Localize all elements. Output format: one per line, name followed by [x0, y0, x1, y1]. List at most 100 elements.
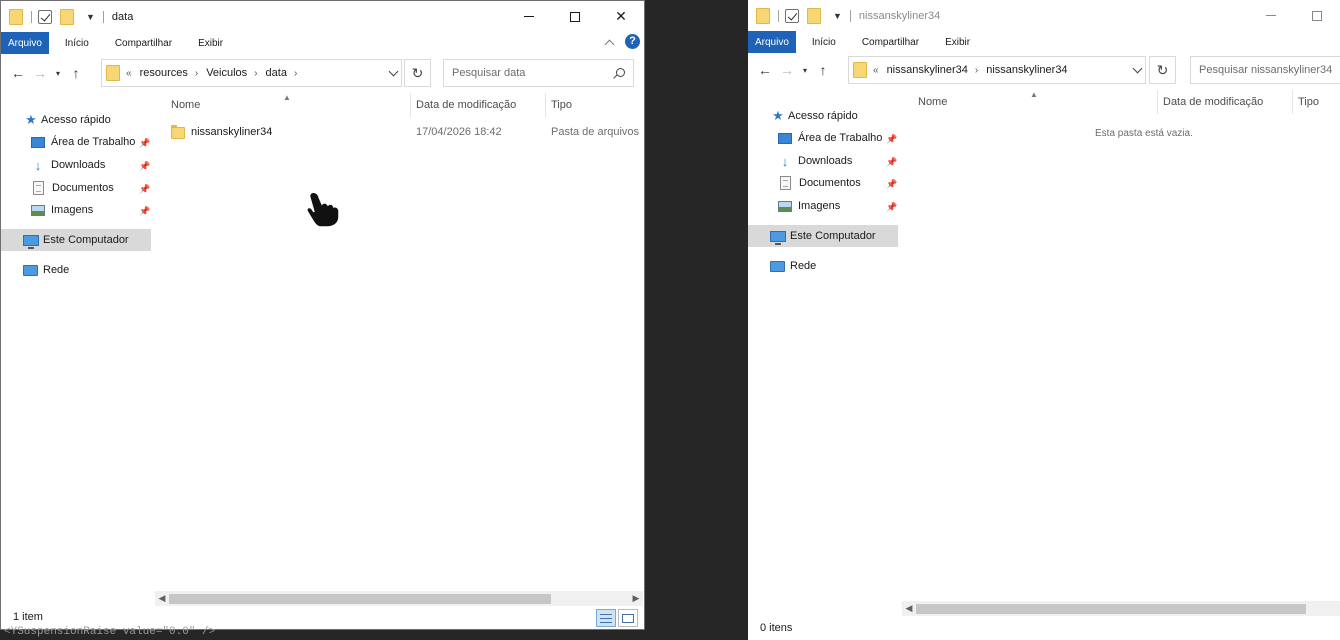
column-name[interactable]: Nome: [912, 90, 1158, 114]
help-icon[interactable]: ?: [625, 34, 640, 49]
hand-cursor-icon: [305, 189, 347, 234]
forward-icon[interactable]: →: [776, 62, 798, 78]
window-title: data: [111, 10, 134, 23]
nav-pictures[interactable]: Imagens: [31, 199, 93, 221]
tab-inicio[interactable]: Início: [802, 31, 846, 53]
tab-arquivo[interactable]: Arquivo: [1, 32, 49, 54]
minimize-button[interactable]: [1248, 0, 1294, 31]
scroll-left-icon[interactable]: ◀: [902, 603, 916, 614]
search-icon[interactable]: [616, 68, 625, 77]
chevron-right-icon[interactable]: ›: [195, 68, 198, 79]
chevron-right-icon[interactable]: ›: [254, 68, 257, 79]
address-bar[interactable]: « resources › Veiculos › data ›: [101, 59, 402, 87]
horizontal-scrollbar[interactable]: ◀ ▶: [155, 591, 643, 606]
up-icon[interactable]: ↑: [65, 65, 87, 81]
scroll-right-icon[interactable]: ▶: [629, 593, 643, 604]
scrollbar-thumb[interactable]: [916, 604, 1306, 614]
properties-icon[interactable]: [38, 9, 52, 24]
column-date-modified[interactable]: Data de modificação: [410, 93, 546, 117]
status-item-count: 1 item: [13, 611, 43, 623]
chevron-right-icon[interactable]: ›: [294, 68, 297, 79]
scroll-left-icon[interactable]: ◀: [155, 593, 169, 604]
pictures-icon: [778, 200, 792, 212]
back-icon[interactable]: ←: [7, 65, 29, 81]
breadcrumb-parent[interactable]: nissanskyliner34: [887, 64, 968, 76]
nav-label: Documentos: [799, 177, 861, 189]
customize-toolbar-icon[interactable]: ▼: [86, 12, 95, 22]
recent-locations-icon[interactable]: ▾: [798, 66, 812, 75]
desktop-icon: [31, 136, 45, 148]
forward-icon[interactable]: →: [29, 65, 51, 81]
column-type[interactable]: Tipo: [1292, 90, 1340, 114]
file-list: ▲ Nome Data de modificação Tipo Esta pas…: [900, 90, 1340, 618]
column-name[interactable]: Nome: [165, 93, 411, 117]
nav-pictures[interactable]: Imagens: [778, 195, 840, 217]
nav-desktop[interactable]: Área de Trabalho: [31, 131, 135, 153]
pin-icon[interactable]: 📌: [139, 206, 150, 217]
minimize-button[interactable]: [506, 1, 552, 32]
item-modified: 17/04/2026 18:42: [416, 126, 502, 138]
pin-icon[interactable]: 📌: [139, 184, 150, 195]
column-type[interactable]: Tipo: [545, 93, 644, 117]
nav-documents[interactable]: Documentos: [31, 177, 114, 199]
search-box[interactable]: [1190, 56, 1340, 84]
pin-icon[interactable]: 📌: [139, 138, 150, 149]
breadcrumb-current[interactable]: nissanskyliner34: [986, 64, 1067, 76]
maximize-button[interactable]: [1294, 0, 1340, 31]
tab-inicio[interactable]: Início: [55, 32, 99, 54]
chevron-right-icon[interactable]: ›: [975, 65, 978, 76]
back-icon[interactable]: ←: [754, 62, 776, 78]
list-item[interactable]: nissanskyliner34 17/04/2026 18:42 Pasta …: [171, 121, 641, 143]
scrollbar-thumb[interactable]: [169, 594, 551, 604]
refresh-button[interactable]: ↻: [1149, 56, 1176, 84]
pin-icon[interactable]: 📌: [886, 179, 897, 190]
pin-icon[interactable]: 📌: [886, 157, 897, 168]
pin-icon[interactable]: 📌: [886, 134, 897, 145]
refresh-button[interactable]: ↻: [404, 59, 431, 87]
breadcrumb-data[interactable]: data: [266, 67, 287, 79]
search-box[interactable]: [443, 59, 634, 87]
nav-quick-access[interactable]: ★ Acesso rápido: [770, 105, 858, 127]
close-button[interactable]: ✕: [598, 1, 644, 32]
breadcrumb-overflow[interactable]: «: [126, 68, 132, 79]
tab-compartilhar[interactable]: Compartilhar: [852, 31, 929, 53]
desktop-icon: [778, 132, 792, 144]
tab-arquivo[interactable]: Arquivo: [748, 31, 796, 53]
tiles-view-icon: [622, 613, 634, 623]
search-input[interactable]: [452, 67, 602, 79]
nav-downloads[interactable]: ↓ Downloads: [31, 154, 106, 176]
address-dropdown-icon[interactable]: [1132, 63, 1143, 74]
nav-network[interactable]: Rede: [23, 259, 69, 281]
tab-exibir[interactable]: Exibir: [188, 32, 233, 54]
breadcrumb-resources[interactable]: resources: [140, 67, 188, 79]
horizontal-scrollbar[interactable]: ◀: [902, 601, 1340, 616]
expand-ribbon-icon[interactable]: [604, 39, 615, 49]
nav-downloads[interactable]: ↓ Downloads: [778, 150, 853, 172]
nav-this-pc[interactable]: Este Computador: [1, 229, 151, 251]
tab-exibir[interactable]: Exibir: [935, 31, 980, 53]
customize-toolbar-icon[interactable]: ▼: [833, 11, 842, 21]
tab-compartilhar[interactable]: Compartilhar: [105, 32, 182, 54]
pin-icon[interactable]: 📌: [886, 202, 897, 213]
column-date-modified[interactable]: Data de modificação: [1157, 90, 1293, 114]
new-folder-icon[interactable]: [60, 8, 74, 25]
title-bar: ▼ data ✕: [1, 1, 644, 32]
nav-documents[interactable]: Documentos: [778, 172, 861, 194]
recent-locations-icon[interactable]: ▾: [51, 69, 65, 78]
breadcrumb-overflow[interactable]: «: [873, 65, 879, 76]
up-icon[interactable]: ↑: [812, 62, 834, 78]
nav-quick-access[interactable]: ★ Acesso rápido: [23, 109, 111, 131]
nav-desktop[interactable]: Área de Trabalho: [778, 127, 882, 149]
breadcrumb-veiculos[interactable]: Veiculos: [206, 67, 247, 79]
maximize-button[interactable]: [552, 1, 598, 32]
new-folder-icon[interactable]: [807, 7, 821, 24]
document-icon: [33, 181, 44, 195]
search-input[interactable]: [1199, 64, 1339, 76]
nav-network[interactable]: Rede: [770, 255, 816, 277]
address-dropdown-icon[interactable]: [388, 66, 399, 77]
nav-this-pc[interactable]: Este Computador: [748, 225, 898, 247]
pin-icon[interactable]: 📌: [139, 161, 150, 172]
properties-icon[interactable]: [785, 8, 799, 23]
address-bar[interactable]: « nissanskyliner34 › nissanskyliner34: [848, 56, 1146, 84]
network-icon: [770, 260, 785, 272]
